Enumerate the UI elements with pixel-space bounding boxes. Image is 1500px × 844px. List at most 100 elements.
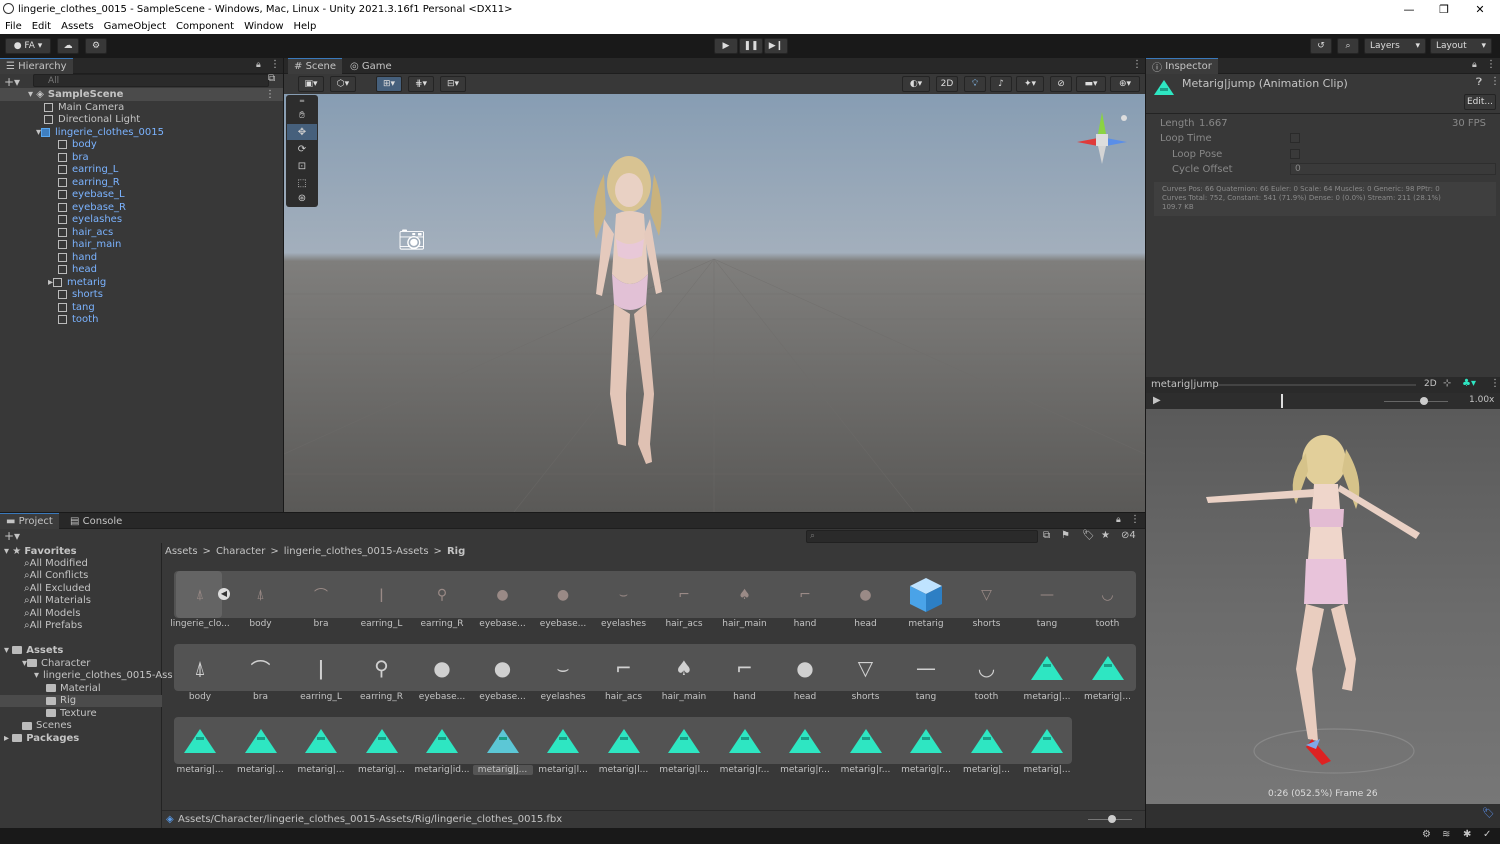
asset-item[interactable]: ◡ tooth (1078, 573, 1138, 629)
check-icon[interactable]: ✓ (1483, 829, 1491, 840)
hierarchy-search-input[interactable]: All (33, 74, 269, 87)
tree-item[interactable]: Texture (0, 707, 162, 719)
more-icon[interactable]: ⋮ (1490, 76, 1500, 87)
asset-item[interactable]: ⌐ hair_acs (654, 573, 714, 629)
play-button[interactable]: ▶ (714, 38, 738, 54)
menu-window[interactable]: Window (239, 21, 288, 32)
hierarchy-item[interactable]: Main Camera (44, 101, 124, 114)
asset-item[interactable]: metarig|r... (836, 719, 896, 775)
transform-tool-icon[interactable]: ⊛ (287, 190, 317, 206)
hierarchy-item[interactable]: Directional Light (44, 114, 140, 127)
loop-pose-checkbox[interactable] (1290, 149, 1300, 159)
speed-slider[interactable] (1384, 401, 1448, 402)
2d-toggle[interactable]: 2D (936, 76, 958, 92)
asset-item[interactable]: ǀ earring_L (291, 646, 351, 702)
favorites-header[interactable]: ▾ ★ Favorites (4, 545, 77, 557)
hierarchy-item[interactable]: hand (58, 251, 97, 264)
asset-item[interactable]: — tang (896, 646, 956, 702)
asset-item[interactable]: metarig|l... (654, 719, 714, 775)
edit-button[interactable]: Edit... (1464, 94, 1496, 110)
more-icon[interactable]: ⋮ (1490, 378, 1500, 389)
hierarchy-item[interactable]: ▸ metarig (48, 276, 106, 289)
hierarchy-item[interactable]: earring_R (58, 176, 120, 189)
collab-button[interactable]: ⚙ (85, 38, 107, 54)
hierarchy-item[interactable]: eyebase_L (58, 189, 125, 202)
hierarchy-item[interactable]: tang (58, 301, 95, 314)
favorite-item[interactable]: ⌕ All Models (24, 607, 80, 619)
asset-item[interactable]: metarig|r... (775, 719, 835, 775)
more-icon[interactable]: ⋮ (270, 59, 280, 70)
favorite-item[interactable]: ⌕ All Modified (24, 557, 88, 569)
menu-edit[interactable]: Edit (27, 21, 56, 32)
tab-game[interactable]: ◎ Game (344, 58, 398, 74)
scene-viewport[interactable]: 📷︎ (284, 94, 1145, 512)
assets-header[interactable]: ▾ Assets (4, 644, 63, 656)
menu-assets[interactable]: Assets (56, 21, 99, 32)
more-icon[interactable]: ⋮ (1132, 59, 1142, 70)
menu-gameobject[interactable]: GameObject (99, 21, 171, 32)
debug-icon[interactable]: ⚙ (1422, 829, 1431, 840)
asset-item[interactable]: metarig|id... (412, 719, 472, 775)
search-button[interactable]: ⌕ (1337, 38, 1359, 54)
asset-item[interactable]: ǀ earring_L (352, 573, 412, 629)
breadcrumb-item[interactable]: Assets (165, 546, 198, 557)
asset-item[interactable]: metarig|r... (715, 719, 775, 775)
account-button[interactable]: ● FA ▾ (5, 38, 51, 54)
asset-item[interactable]: metarig|l... (533, 719, 593, 775)
speed-slider-handle[interactable] (1420, 397, 1428, 405)
asset-item[interactable]: ● eyebase... (473, 646, 533, 702)
layers-icon[interactable]: ≋ (1442, 829, 1450, 840)
hierarchy-item[interactable]: hair_main (58, 239, 121, 252)
lock-icon[interactable]: 🔒︎ (1116, 515, 1121, 525)
asset-item[interactable]: metarig|... (231, 719, 291, 775)
asset-item[interactable]: ▽ shorts (836, 646, 896, 702)
breadcrumb-item[interactable]: Character (216, 546, 265, 557)
asset-item[interactable]: ♠ hair_main (715, 573, 775, 629)
hierarchy-item[interactable]: ▾ lingerie_clothes_0015 (36, 126, 164, 139)
filter-icon[interactable]: ⧉ (268, 73, 275, 84)
scene-row[interactable]: ▾ ◈ SampleScene ⋮ (0, 88, 283, 101)
hierarchy-item[interactable]: eyelashes (58, 214, 122, 227)
minimize-button[interactable]: — (1392, 0, 1426, 18)
effects-toggle[interactable]: ✦▾ (1016, 76, 1044, 92)
tag-icon[interactable]: 🏷︎ (1482, 808, 1495, 819)
tag-icon[interactable]: 🏷︎ (1082, 530, 1095, 541)
asset-item[interactable]: metarig|r... (896, 719, 956, 775)
asset-item[interactable]: ◡ tooth (957, 646, 1017, 702)
asset-item[interactable]: metarig|... (291, 719, 351, 775)
hierarchy-item[interactable]: bra (58, 151, 89, 164)
maximize-button[interactable]: ❐ (1427, 0, 1461, 18)
character-model[interactable] (574, 144, 694, 484)
asset-item[interactable]: ⚲ earring_R (352, 646, 412, 702)
rotate-tool-icon[interactable]: ⟳ (287, 141, 317, 157)
render-mode-button[interactable]: ⬡▾ (330, 76, 356, 92)
asset-item[interactable]: metarig|... (1078, 646, 1138, 702)
increment-snap-button[interactable]: ⊟▾ (440, 76, 466, 92)
drag-handle[interactable]: ═ (287, 97, 317, 105)
breadcrumb-item[interactable]: lingerie_clothes_0015-Assets (284, 546, 429, 557)
asset-item[interactable]: ⍋ body (231, 573, 291, 629)
asset-item[interactable]: ⌣ eyelashes (533, 646, 593, 702)
asset-item[interactable]: ⌣ eyelashes (594, 573, 654, 629)
move-tool-icon[interactable]: ✥ (287, 124, 317, 140)
hierarchy-item[interactable]: tooth (58, 314, 98, 327)
pivot-icon[interactable]: ⊹ (1443, 378, 1451, 389)
asset-item[interactable]: ⚲ earring_R (412, 573, 472, 629)
menu-file[interactable]: File (0, 21, 27, 32)
hierarchy-item[interactable]: hair_acs (58, 226, 113, 239)
tree-item[interactable]: Scenes (0, 720, 162, 732)
asset-item[interactable]: metarig|... (1017, 719, 1077, 775)
close-button[interactable]: ✕ (1463, 0, 1497, 18)
more-icon[interactable]: ⋮ (1130, 514, 1140, 525)
cycle-offset-field[interactable]: 0 (1290, 163, 1496, 175)
breadcrumb-item[interactable]: Rig (447, 546, 465, 557)
search-by-label-icon[interactable]: ⚑ (1061, 530, 1070, 541)
asset-item[interactable]: metarig (896, 573, 956, 629)
tree-item[interactable]: Material (0, 682, 162, 694)
loop-time-checkbox[interactable] (1290, 133, 1300, 143)
pause-button[interactable]: ❚❚ (739, 38, 763, 54)
asset-item[interactable]: ● eyebase... (473, 573, 533, 629)
asset-item[interactable]: metarig|... (957, 719, 1017, 775)
tree-item[interactable]: Rig (0, 694, 162, 707)
tree-item[interactable]: ▾ lingerie_clothes_0015-Ass (0, 670, 173, 682)
